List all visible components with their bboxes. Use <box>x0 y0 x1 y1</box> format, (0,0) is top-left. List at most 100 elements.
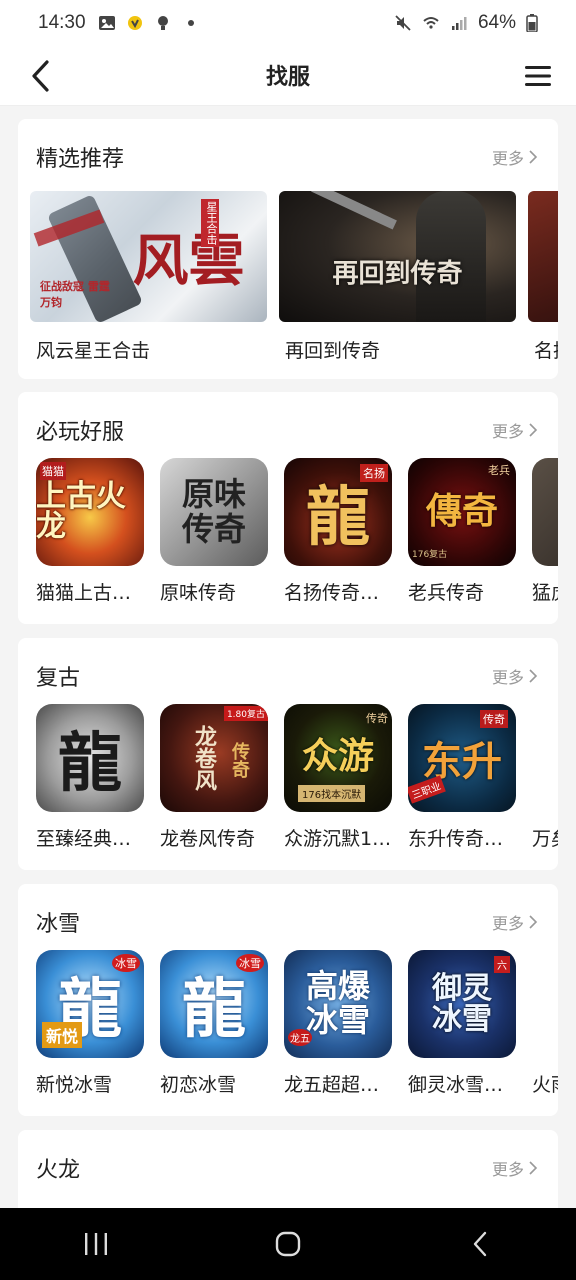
game-icon: 龍 名扬 <box>284 458 392 566</box>
game-name: 至臻经典… <box>36 828 132 850</box>
game-icon: 御灵冰雪 六 <box>408 950 516 1058</box>
game-item[interactable]: 火雨 <box>532 950 558 1097</box>
chevron-right-icon <box>529 423 538 437</box>
chevron-right-icon <box>529 150 538 164</box>
more-link[interactable]: 更多 <box>492 145 538 169</box>
game-item[interactable]: 万矣 <box>532 704 558 851</box>
game-name: 火雨 <box>532 1074 558 1096</box>
game-icon <box>532 950 558 1058</box>
top-app-bar: 找服 <box>0 46 576 106</box>
section-title: 必玩好服 <box>36 420 125 445</box>
banner-name: 风云星王合击 <box>36 340 151 362</box>
mute-icon <box>395 15 411 31</box>
nav-back-icon <box>473 1231 487 1257</box>
section-retro: 复古 更多 龍 至臻经典… 龙卷风 传奇 1.80复古 龙卷风传奇 众游 传奇 … <box>18 638 558 870</box>
more-label: 更多 <box>491 1160 524 1179</box>
recent-apps-icon <box>85 1233 107 1255</box>
banner-image <box>528 191 558 322</box>
banner-card[interactable]: 名扬 <box>528 191 558 363</box>
section-title: 复古 <box>36 666 81 691</box>
game-name: 原味传奇 <box>160 582 237 604</box>
game-item[interactable]: 龙卷风 传奇 1.80复古 龙卷风传奇 <box>160 704 268 851</box>
section-ice-snow: 冰雪 更多 龍 冰雪 新悦 新悦冰雪 龍 冰雪 初恋冰雪 高爆冰雪 龙五 龙五超… <box>18 884 558 1116</box>
game-icon: 上古火龙 猫猫 <box>36 458 144 566</box>
chevron-right-icon <box>529 669 538 683</box>
banner-image: 再回到传奇 <box>279 191 516 322</box>
game-icon: 龍 <box>36 704 144 812</box>
game-item[interactable]: 高爆冰雪 龙五 龙五超超… <box>284 950 392 1097</box>
game-item[interactable]: 上古火龙 猫猫 猫猫上古… <box>36 458 144 605</box>
status-time: 14:30 <box>38 12 86 33</box>
menu-button[interactable] <box>516 54 560 98</box>
more-label: 更多 <box>491 422 524 441</box>
lightbulb-icon <box>157 16 168 30</box>
game-icon: 龍 冰雪 新悦 <box>36 950 144 1058</box>
battery-icon <box>526 14 538 32</box>
banner-image: 风雲 星王合击 征战敌寇 雷霆万钧 <box>30 191 267 322</box>
more-link[interactable]: 更多 <box>492 664 538 688</box>
wifi-icon <box>423 17 439 29</box>
game-name: 万矣 <box>532 828 558 850</box>
game-item[interactable]: 龍 至臻经典… <box>36 704 144 851</box>
more-label: 更多 <box>491 914 524 933</box>
section-title: 冰雪 <box>36 912 81 937</box>
game-tag: 龙五 <box>288 1029 312 1046</box>
more-link[interactable]: 更多 <box>492 418 538 442</box>
page-title: 找服 <box>265 65 310 90</box>
more-link[interactable]: 更多 <box>492 1156 538 1180</box>
banner-art-text: 风雲 <box>132 228 245 294</box>
game-name: 龙卷风传奇 <box>160 828 256 850</box>
game-tag: 老兵 <box>488 464 510 477</box>
image-icon <box>98 16 115 30</box>
game-art-text: 猛 <box>532 458 558 566</box>
game-item[interactable]: 原味传奇 原味传奇 <box>160 458 268 605</box>
game-tag: 冰雪 <box>236 954 264 972</box>
banner-name: 名扬 <box>534 340 558 362</box>
game-tag: 传奇 <box>229 742 250 778</box>
game-item[interactable]: 傳奇 老兵 176复古 老兵传奇 <box>408 458 516 605</box>
banner-card[interactable]: 风雲 星王合击 征战敌寇 雷霆万钧 风云星王合击 <box>30 191 267 363</box>
game-icon <box>532 704 558 812</box>
game-art-text: 原味传奇 <box>181 474 246 548</box>
game-tag: 冰雪 <box>112 954 140 972</box>
section-title: 精选推荐 <box>36 147 125 172</box>
more-label: 更多 <box>491 668 524 687</box>
game-icon: 高爆冰雪 龙五 <box>284 950 392 1058</box>
section-featured: 精选推荐 更多 风雲 星王合击 征战敌寇 雷霆万钧 风云星王合击 再回到传奇 再… <box>18 119 558 379</box>
game-item[interactable]: 龍 名扬 名扬传奇… <box>284 458 392 605</box>
nav-back-button[interactable] <box>450 1214 510 1274</box>
game-name: 东升传奇… <box>408 828 504 850</box>
dot-icon <box>187 20 194 26</box>
more-label: 更多 <box>491 149 524 168</box>
chevron-right-icon <box>529 1161 538 1175</box>
game-item[interactable]: 东升 传奇 三职业 东升传奇… <box>408 704 516 851</box>
game-name: 猫猫上古… <box>36 582 132 604</box>
banner-card[interactable]: 再回到传奇 再回到传奇 <box>279 191 516 363</box>
game-item[interactable]: 龍 冰雪 初恋冰雪 <box>160 950 268 1097</box>
game-item[interactable]: 猛 猛虎 <box>532 458 558 605</box>
game-name: 众游沉默1… <box>284 828 392 850</box>
recent-apps-button[interactable] <box>66 1214 126 1274</box>
game-icon: 原味传奇 <box>160 458 268 566</box>
home-icon <box>275 1231 301 1257</box>
battery-percent: 64% <box>477 12 516 33</box>
game-name: 御灵冰雪… <box>408 1074 504 1096</box>
game-item[interactable]: 众游 传奇 176找本沉默 众游沉默1… <box>284 704 392 851</box>
game-item[interactable]: 龍 冰雪 新悦 新悦冰雪 <box>36 950 144 1097</box>
game-art-text: 龍 <box>58 726 122 801</box>
home-button[interactable] <box>258 1214 318 1274</box>
game-name: 龙五超超… <box>284 1074 380 1096</box>
game-name: 猛虎 <box>532 582 558 604</box>
game-name: 初恋冰雪 <box>160 1074 237 1096</box>
game-icon: 傳奇 老兵 176复古 <box>408 458 516 566</box>
game-subtext: 1.80复古 <box>223 706 268 721</box>
more-link[interactable]: 更多 <box>492 910 538 934</box>
game-tag: 六 <box>494 956 510 973</box>
game-name: 名扬传奇… <box>284 582 380 604</box>
game-icon: 龙卷风 传奇 1.80复古 <box>160 704 268 812</box>
banner-tag: 星王合击 <box>201 199 219 247</box>
system-nav-bar <box>0 1208 576 1280</box>
game-icon: 东升 传奇 三职业 <box>408 704 516 812</box>
status-bar: 14:30 64% <box>0 0 576 46</box>
game-item[interactable]: 御灵冰雪 六 御灵冰雪… <box>408 950 516 1097</box>
